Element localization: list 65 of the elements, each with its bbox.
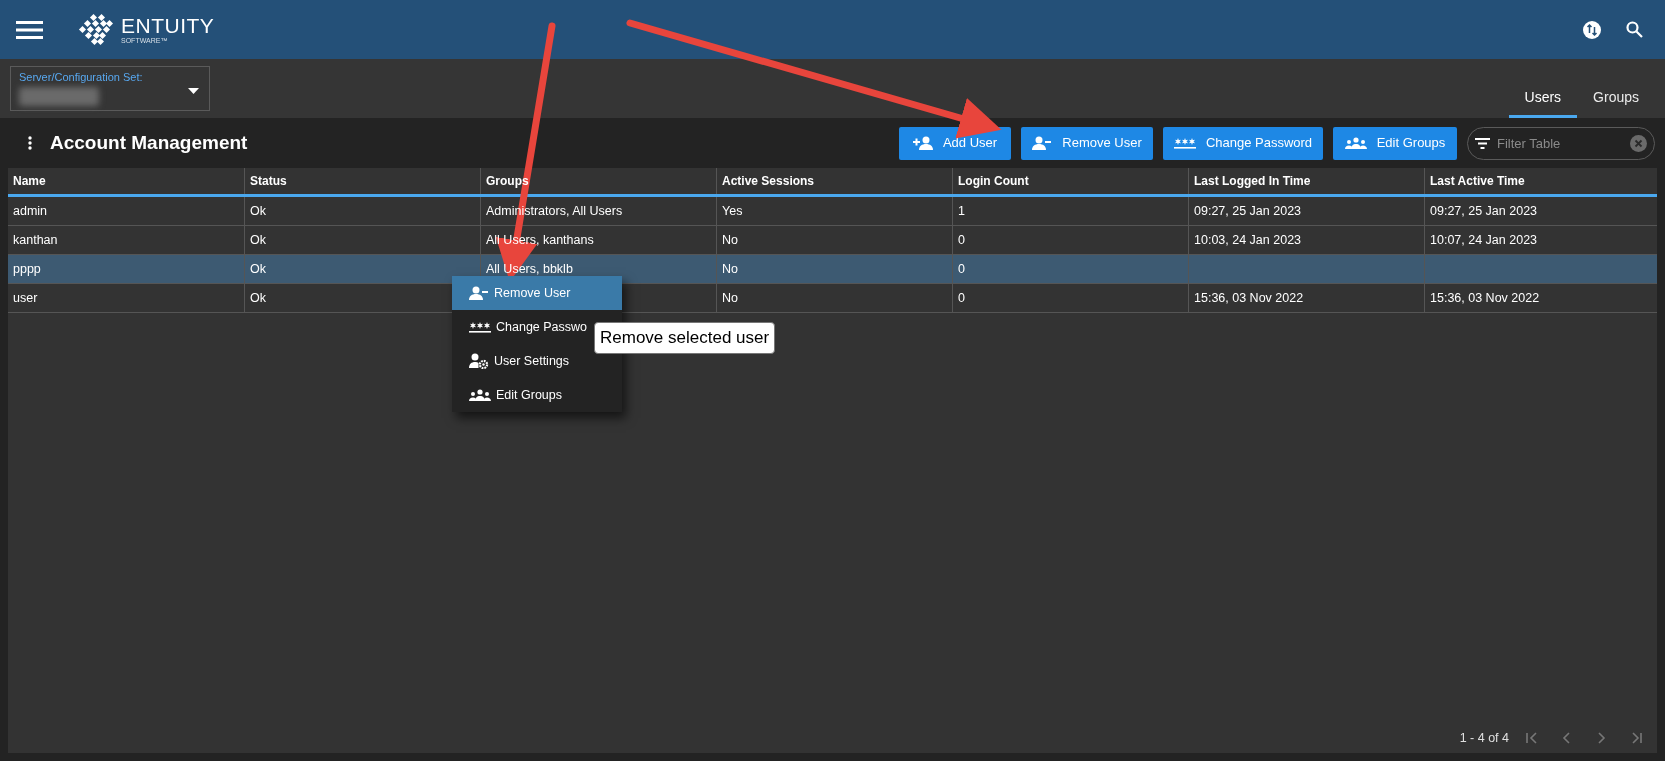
server-dropdown[interactable]: Server/Configuration Set: bbox=[10, 66, 210, 111]
groups-button[interactable]: Edit Groups bbox=[1333, 126, 1457, 160]
table-cell-text: admin bbox=[13, 202, 48, 220]
table-cell-text: 10:03, 24 Jan 2023 bbox=[1194, 231, 1302, 249]
table-cell-text: 09:27, 25 Jan 2023 bbox=[1430, 202, 1538, 220]
user-gear-icon bbox=[469, 353, 489, 369]
menu-item[interactable]: Remove User bbox=[452, 276, 622, 310]
previous-page-icon[interactable] bbox=[1560, 731, 1573, 745]
page-title: Account Management bbox=[50, 130, 248, 155]
table-cell-text: 10:07, 24 Jan 2023 bbox=[1430, 231, 1538, 249]
filter-field[interactable]: Filter Table bbox=[1467, 126, 1655, 160]
table-cell-text: 0 bbox=[958, 260, 965, 278]
table-cell-text: 0 bbox=[958, 289, 965, 307]
add-user-button[interactable]: Add User bbox=[899, 126, 1011, 160]
add-user-icon bbox=[912, 136, 933, 150]
remove-user-button[interactable]: Remove User bbox=[1021, 126, 1153, 160]
more-options-icon[interactable] bbox=[28, 136, 32, 150]
group-icon bbox=[1344, 137, 1367, 149]
table-cell-text: Ok bbox=[250, 260, 266, 278]
column-header[interactable]: Last Active Time bbox=[1430, 172, 1525, 190]
table-cell-text: Yes bbox=[722, 202, 743, 220]
table-cell-text: No bbox=[722, 231, 738, 249]
group-icon bbox=[469, 389, 491, 401]
menu-item[interactable]: Change Passwo bbox=[452, 310, 589, 344]
sort-icon[interactable] bbox=[1583, 20, 1601, 39]
column-header[interactable]: Login Count bbox=[958, 172, 1029, 190]
column-header[interactable]: Status bbox=[250, 172, 287, 190]
logo-icon bbox=[77, 12, 115, 47]
password-button[interactable]: Change Password bbox=[1163, 126, 1323, 160]
asterisks-icon bbox=[469, 321, 491, 333]
column-header[interactable]: Name bbox=[13, 172, 46, 190]
table-cell-text: user bbox=[13, 289, 38, 307]
table-cell-text: 0 bbox=[958, 231, 965, 249]
column-header[interactable]: Active Sessions bbox=[722, 172, 815, 190]
menu-icon[interactable] bbox=[16, 19, 43, 40]
clear-icon[interactable] bbox=[1630, 134, 1647, 152]
last-page-icon[interactable] bbox=[1630, 731, 1643, 745]
table-cell-text: Ok bbox=[250, 231, 266, 249]
table-cell-text: Ok bbox=[250, 289, 266, 307]
table-cell-text: 15:36, 03 Nov 2022 bbox=[1430, 289, 1540, 307]
asterisks-icon bbox=[1173, 137, 1196, 149]
table-cell-text: No bbox=[722, 289, 738, 307]
dropdown-label: Server/Configuration Set: bbox=[19, 72, 144, 83]
next-page-icon[interactable] bbox=[1595, 731, 1608, 745]
menu-item[interactable]: User Settings bbox=[452, 344, 571, 378]
tab[interactable]: Users bbox=[1508, 59, 1578, 118]
remove-user-icon bbox=[1032, 136, 1053, 150]
table-cell-text: 15:36, 03 Nov 2022 bbox=[1194, 289, 1304, 307]
first-page-icon[interactable] bbox=[1525, 731, 1538, 745]
menu-item[interactable]: Edit Groups bbox=[452, 378, 563, 412]
page-range: 1 - 4 of 4 bbox=[1459, 729, 1509, 747]
tooltip: Remove selected user bbox=[594, 322, 776, 354]
caret-icon bbox=[188, 88, 199, 94]
table-cell-text: 09:27, 25 Jan 2023 bbox=[1194, 202, 1302, 220]
filter-icon bbox=[1475, 137, 1490, 149]
search-icon[interactable] bbox=[1626, 21, 1643, 38]
logo-text: ENTUITY bbox=[121, 15, 215, 36]
tab[interactable]: Groups bbox=[1577, 59, 1655, 118]
table-cell-text: No bbox=[722, 260, 738, 278]
table-cell-text: pppp bbox=[13, 260, 41, 278]
column-header[interactable]: Last Logged In Time bbox=[1194, 172, 1311, 190]
table-cell-text: Ok bbox=[250, 202, 266, 220]
remove-user-icon bbox=[469, 286, 489, 300]
table-cell-text: 1 bbox=[958, 202, 965, 220]
table-cell-text: kanthan bbox=[13, 231, 58, 249]
